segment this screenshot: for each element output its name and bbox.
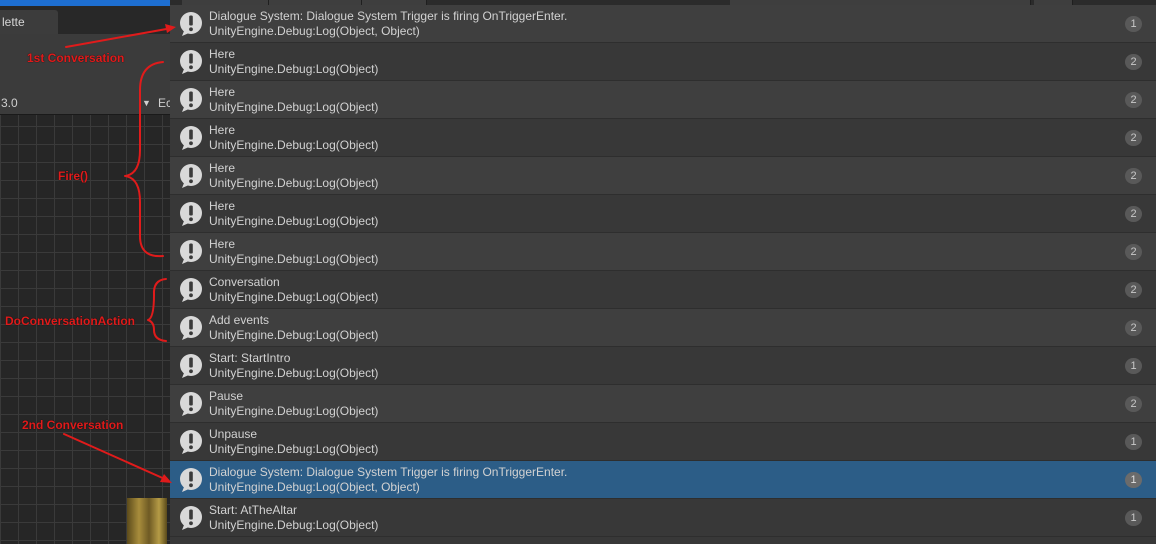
log-source: UnityEngine.Debug:Log(Object) — [209, 62, 379, 76]
log-entry-row[interactable]: Here UnityEngine.Debug:Log(Object) 2 — [170, 119, 1156, 157]
log-message: Dialogue System: Dialogue System Trigger… — [209, 9, 568, 23]
log-entry-row[interactable]: Start: StartIntro UnityEngine.Debug:Log(… — [170, 347, 1156, 385]
log-message: Add events — [209, 313, 270, 327]
log-entry-row[interactable]: Unpause UnityEngine.Debug:Log(Object) 1 — [170, 423, 1156, 461]
warning-icon — [178, 277, 204, 303]
annotation-first-conversation: 1st Conversation — [27, 51, 125, 65]
annotation-second-conversation: 2nd Conversation — [22, 418, 124, 432]
log-source: UnityEngine.Debug:Log(Object) — [209, 518, 379, 532]
log-source: UnityEngine.Debug:Log(Object) — [209, 252, 379, 266]
log-entry-row[interactable]: Here UnityEngine.Debug:Log(Object) 2 — [170, 195, 1156, 233]
log-message: Here — [209, 199, 236, 213]
log-entry-row[interactable]: Start: AtTheAltar UnityEngine.Debug:Log(… — [170, 499, 1156, 537]
log-source: UnityEngine.Debug:Log(Object) — [209, 214, 379, 228]
warning-icon — [178, 163, 204, 189]
warning-icon — [178, 201, 204, 227]
collapse-count-badge: 2 — [1125, 320, 1142, 336]
warning-icon — [178, 353, 204, 379]
collapse-count-badge: 1 — [1125, 16, 1142, 32]
collapse-count-badge: 1 — [1125, 434, 1142, 450]
annotation-fire: Fire() — [58, 169, 88, 183]
log-entry-row[interactable]: Pause UnityEngine.Debug:Log(Object) 2 — [170, 385, 1156, 423]
sprite-thumbnail — [127, 498, 167, 544]
collapse-count-badge: 2 — [1125, 244, 1142, 260]
log-message: Here — [209, 237, 236, 251]
log-message: Here — [209, 123, 236, 137]
warning-icon — [178, 87, 204, 113]
log-entry-row[interactable]: Here UnityEngine.Debug:Log(Object) 2 — [170, 157, 1156, 195]
collapse-count-badge: 2 — [1125, 130, 1142, 146]
log-entry-row[interactable]: Conversation UnityEngine.Debug:Log(Objec… — [170, 271, 1156, 309]
log-entry-row[interactable]: Here UnityEngine.Debug:Log(Object) 2 — [170, 81, 1156, 119]
log-message: Here — [209, 47, 236, 61]
log-source: UnityEngine.Debug:Log(Object) — [209, 366, 379, 380]
warning-icon — [178, 239, 204, 265]
log-source: UnityEngine.Debug:Log(Object) — [209, 328, 379, 342]
annotation-do-conversation-action: DoConversationAction — [5, 314, 136, 328]
log-source: UnityEngine.Debug:Log(Object) — [209, 100, 379, 114]
console-window: Dialogue System: Dialogue System Trigger… — [170, 0, 1156, 544]
log-source: UnityEngine.Debug:Log(Object, Object) — [209, 24, 420, 38]
collapse-count-badge: 1 — [1125, 472, 1142, 488]
log-source: UnityEngine.Debug:Log(Object) — [209, 442, 379, 456]
log-entry-row[interactable]: Here UnityEngine.Debug:Log(Object) 2 — [170, 233, 1156, 271]
toolbar-label: Ec — [158, 96, 170, 110]
warning-icon — [178, 49, 204, 75]
warning-icon — [178, 125, 204, 151]
log-source: UnityEngine.Debug:Log(Object, Object) — [209, 480, 420, 494]
collapse-count-badge: 2 — [1125, 54, 1142, 70]
warning-icon — [178, 505, 204, 531]
log-message: Conversation — [209, 275, 280, 289]
warning-icon — [178, 391, 204, 417]
log-message: Dialogue System: Dialogue System Trigger… — [209, 465, 568, 479]
log-entry-row[interactable]: Dialogue System: Dialogue System Trigger… — [170, 5, 1156, 43]
collapse-count-badge: 2 — [1125, 168, 1142, 184]
toolbar-value-field[interactable]: 3.0 — [0, 92, 129, 114]
log-source: UnityEngine.Debug:Log(Object) — [209, 138, 379, 152]
collapse-count-badge: 1 — [1125, 358, 1142, 374]
log-message: Here — [209, 85, 236, 99]
warning-icon — [178, 315, 204, 341]
chevron-down-icon[interactable]: ▼ — [142, 92, 154, 114]
warning-icon — [178, 429, 204, 455]
log-list: Dialogue System: Dialogue System Trigger… — [170, 5, 1156, 544]
collapse-count-badge: 2 — [1125, 92, 1142, 108]
collapse-count-badge: 2 — [1125, 206, 1142, 222]
log-entry-row[interactable]: Add events UnityEngine.Debug:Log(Object)… — [170, 309, 1156, 347]
warning-icon — [178, 467, 204, 493]
log-message: Start: AtTheAltar — [209, 503, 298, 517]
collapse-count-badge: 2 — [1125, 282, 1142, 298]
log-entry-row[interactable]: Dialogue System: Dialogue System Trigger… — [170, 461, 1156, 499]
log-source: UnityEngine.Debug:Log(Object) — [209, 290, 379, 304]
log-message: Unpause — [209, 427, 258, 441]
log-entry-row[interactable]: Here UnityEngine.Debug:Log(Object) 2 — [170, 43, 1156, 81]
collapse-count-badge: 1 — [1125, 510, 1142, 526]
log-message: Start: StartIntro — [209, 351, 291, 365]
warning-icon — [178, 11, 204, 37]
tab-palette[interactable]: lette — [0, 10, 58, 34]
log-source: UnityEngine.Debug:Log(Object) — [209, 176, 379, 190]
log-source: UnityEngine.Debug:Log(Object) — [209, 404, 379, 418]
collapse-count-badge: 2 — [1125, 396, 1142, 412]
log-message: Pause — [209, 389, 244, 403]
log-message: Here — [209, 161, 236, 175]
